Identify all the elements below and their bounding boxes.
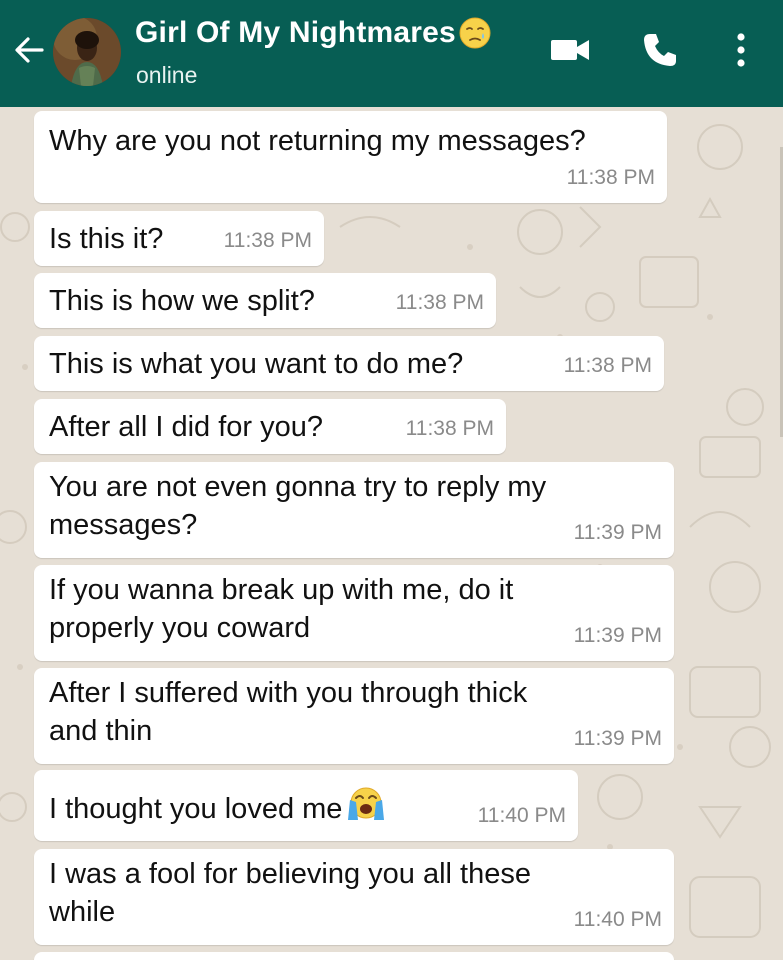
- phone-icon[interactable]: [641, 31, 679, 69]
- chat-header: Girl Of My Nightmares online: [0, 0, 783, 107]
- message-time: 11:40 PM: [477, 804, 566, 827]
- message-bubble[interactable]: Why are you not returning my messages? 1…: [34, 111, 667, 203]
- message-bubble[interactable]: This is what you want to do me? 11:38 PM: [34, 336, 664, 391]
- contact-name[interactable]: Girl Of My Nightmares: [135, 16, 492, 50]
- message-bubble[interactable]: You are not even gonna try to reply my m…: [34, 462, 674, 558]
- more-vert-icon[interactable]: [728, 30, 754, 70]
- message-text-content: I thought you loved me: [49, 793, 343, 825]
- contact-name-text: Girl Of My Nightmares: [135, 16, 456, 49]
- chat-area[interactable]: Why are you not returning my messages? 1…: [0, 107, 783, 960]
- message-bubble[interactable]: This is how we split? 11:38 PM: [34, 273, 496, 328]
- message-text-line-2: while: [49, 896, 116, 928]
- crying-face-emoji: [348, 787, 385, 820]
- message-bubble[interactable]: After I suffered with you through thick …: [34, 668, 674, 764]
- message-bubble[interactable]: I thought you loved me 11:40 PM: [34, 770, 578, 841]
- sad-face-emoji: [459, 17, 491, 49]
- contact-avatar[interactable]: [53, 18, 121, 86]
- message-time: 11:39 PM: [573, 727, 662, 750]
- message-time: 11:40 PM: [573, 908, 662, 931]
- message-text-line-1: After I suffered with you through thick: [49, 677, 528, 709]
- message-bubble[interactable]: After all I did for you? 11:38 PM: [34, 399, 506, 454]
- contact-status: online: [136, 62, 198, 88]
- message-time: 11:38 PM: [395, 291, 484, 314]
- message-time: 11:39 PM: [573, 521, 662, 544]
- message-text: Why are you not returning my messages?: [49, 125, 586, 157]
- message-time: 11:38 PM: [563, 354, 652, 377]
- message-time: 11:38 PM: [566, 166, 655, 189]
- message-text-line-2: properly you coward: [49, 612, 311, 644]
- message-text-line-2: messages?: [49, 509, 198, 541]
- back-arrow-icon[interactable]: [12, 33, 46, 67]
- message-text-line-1: I was a fool for believing you all these: [49, 858, 531, 890]
- video-call-icon[interactable]: [549, 33, 591, 67]
- message-bubble[interactable]: If you wanna break up with me, do it pro…: [34, 565, 674, 661]
- message-bubble[interactable]: I was a fool for believing you all these…: [34, 849, 674, 945]
- message-time: 11:38 PM: [223, 229, 312, 252]
- message-text-line-1: You are not even gonna try to reply my: [49, 471, 547, 503]
- message-bubble[interactable]: Is this it? 11:38 PM: [34, 211, 324, 266]
- message-bubble[interactable]: [34, 952, 674, 960]
- message-text-line-1: If you wanna break up with me, do it: [49, 574, 514, 606]
- message-text: This is what you want to do me?: [49, 348, 464, 380]
- message-text-line-2: and thin: [49, 715, 153, 747]
- message-time: 11:39 PM: [573, 624, 662, 647]
- message-time: 11:38 PM: [405, 417, 494, 440]
